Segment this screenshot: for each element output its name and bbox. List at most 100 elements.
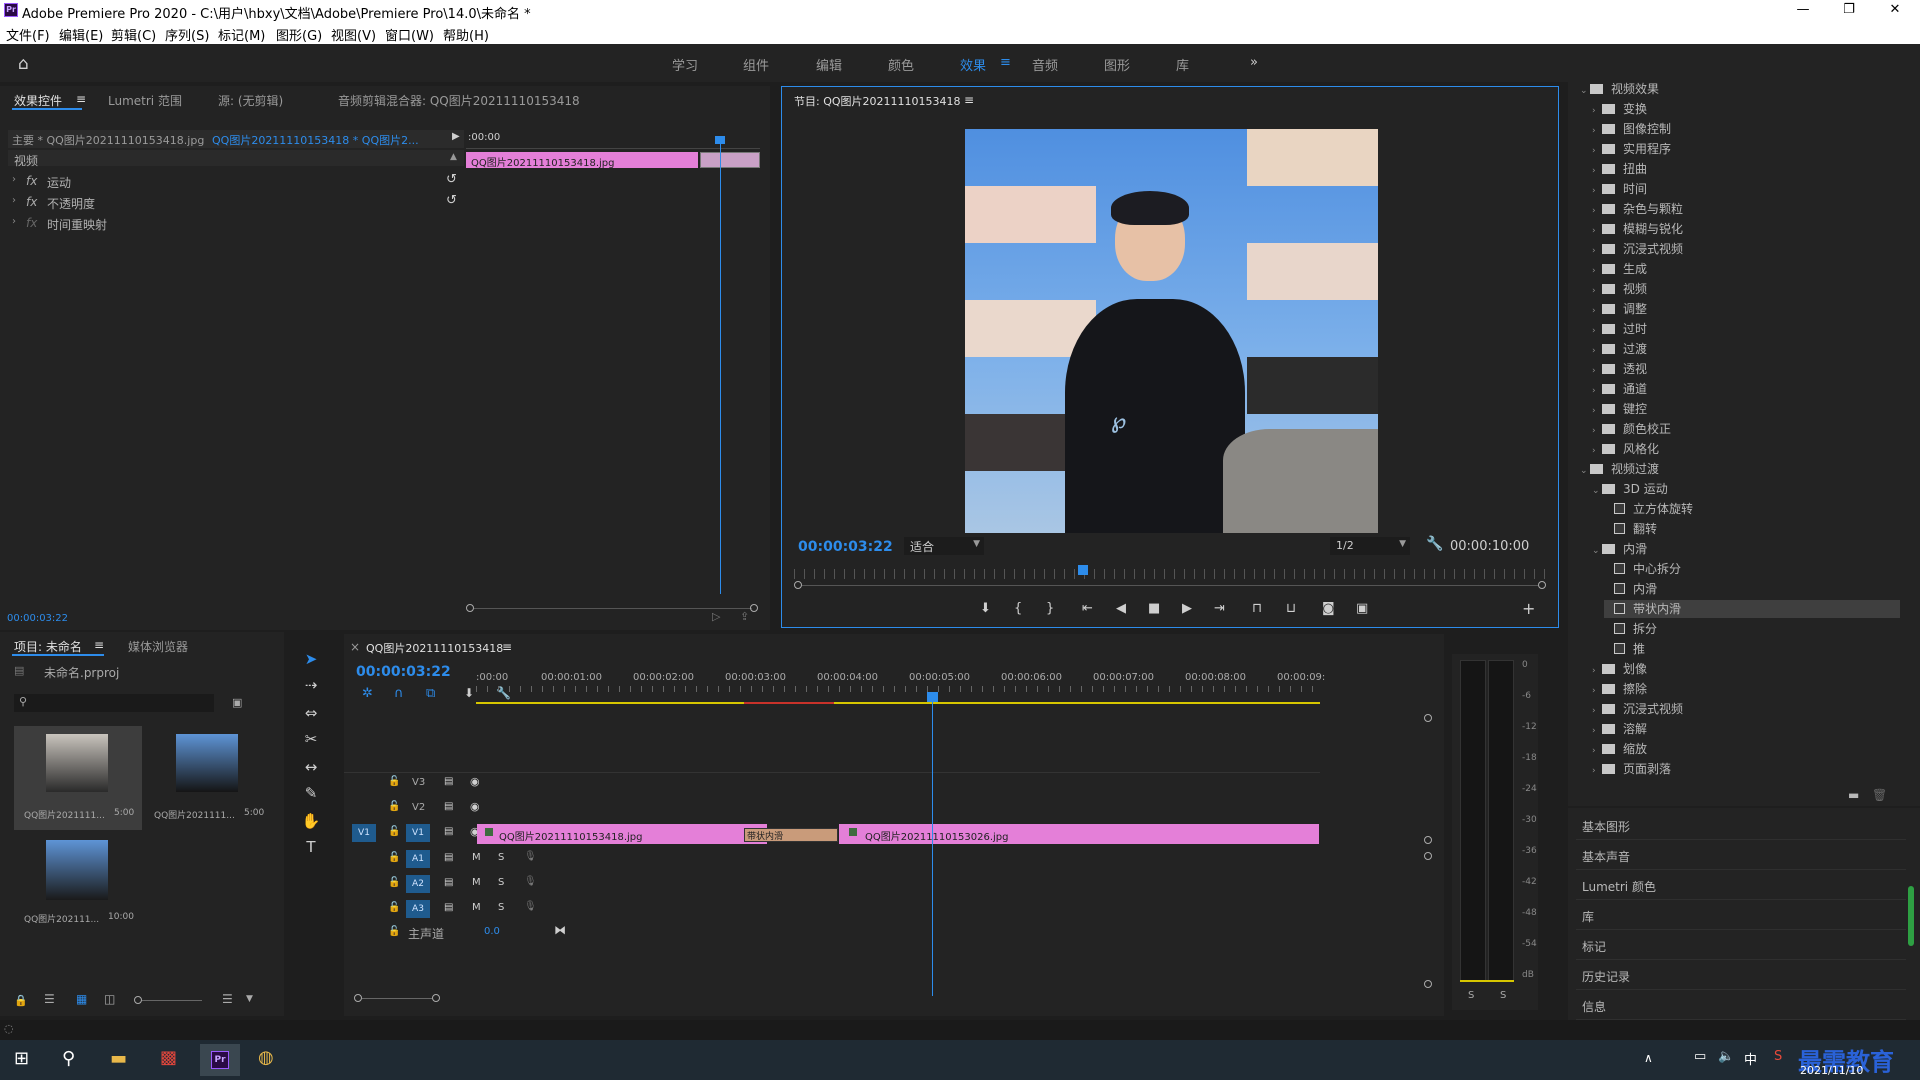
a3-solo[interactable]: S (498, 902, 504, 913)
effects-tree-item[interactable]: 内滑 (1604, 580, 1900, 598)
a1-target[interactable]: A1 (406, 850, 430, 868)
menu-clip[interactable]: 剪辑(C) (111, 25, 156, 44)
chevron-right-icon[interactable]: › (1592, 106, 1602, 116)
effects-tree-item[interactable]: › 溶解 (1592, 720, 1900, 738)
program-zoom-track[interactable] (802, 585, 1538, 586)
quality-dropdown[interactable]: 1/2 ▼ (1330, 537, 1410, 555)
a3-target[interactable]: A3 (406, 900, 430, 918)
effects-tree-item[interactable]: › 沉浸式视频 (1592, 240, 1900, 258)
effects-tree-item[interactable]: 翻转 (1604, 520, 1900, 538)
new-custom-bin-icon[interactable]: ▬ (1848, 788, 1859, 806)
effects-tree-item[interactable]: › 过渡 (1592, 340, 1900, 358)
a1-solo[interactable]: S (498, 852, 504, 863)
step-back-icon[interactable]: ◀ (1116, 601, 1126, 616)
opacity-expand-icon[interactable]: › (12, 195, 16, 206)
effects-tree-item[interactable]: › 扭曲 (1592, 160, 1900, 178)
ec-clip-bar[interactable]: QQ图片20211110153418.jpg (466, 152, 698, 169)
new-bin-icon[interactable]: ▣ (232, 696, 242, 709)
zoom-slider-handle[interactable] (134, 996, 142, 1004)
zoom-slider-track[interactable] (142, 1000, 202, 1001)
a2-mic-icon[interactable]: 🎙 (524, 876, 537, 887)
v2-sync-icon[interactable]: ▤ (444, 801, 453, 812)
project-search-input[interactable]: ⚲ (14, 694, 214, 712)
timeline-zoom-right[interactable] (432, 994, 440, 1002)
button-editor-plus-icon[interactable]: + (1522, 599, 1535, 618)
workspace-audio[interactable]: 音频 (1032, 55, 1058, 74)
tab-project[interactable]: 项目: 未命名 (14, 638, 82, 655)
tab-audio-clip-mixer[interactable]: 音频剪辑混合器: QQ图片20211110153418 (338, 92, 580, 109)
chevron-down-icon[interactable]: ⌄ (1592, 546, 1602, 556)
taskbar-search-icon[interactable]: ⚲ (62, 1048, 75, 1069)
mark-out-icon[interactable]: } (1046, 601, 1054, 616)
chevron-right-icon[interactable]: › (1592, 166, 1602, 176)
a2-sync-icon[interactable]: ▤ (444, 877, 453, 888)
v3-sync-icon[interactable]: ▤ (444, 776, 453, 787)
tab-media-browser[interactable]: 媒体浏览器 (128, 638, 188, 655)
effects-tree-item[interactable]: › 图像控制 (1592, 120, 1900, 138)
workspace-effects[interactable]: 效果 (960, 55, 986, 74)
close-icon[interactable]: ✕ (1880, 2, 1910, 17)
timeline-title[interactable]: QQ图片20211110153418 (366, 640, 503, 656)
opacity-reset-icon[interactable]: ↺ (446, 193, 457, 208)
timeline-transition[interactable]: 带状内滑 (744, 828, 838, 842)
type-tool-icon[interactable]: T (300, 838, 322, 860)
chevron-down-icon[interactable]: ⌄ (1580, 466, 1590, 476)
hand-tool-icon[interactable]: ✋ (300, 812, 322, 834)
motion-expand-icon[interactable]: › (12, 174, 16, 185)
program-ruler[interactable] (794, 569, 1546, 579)
tab-effect-controls[interactable]: 效果控件 (14, 92, 62, 109)
project-item-2[interactable]: QQ图片2021111... 5:00 (150, 726, 278, 830)
chevron-right-icon[interactable]: › (1592, 126, 1602, 136)
windows-start-icon[interactable]: ⊞ (14, 1048, 29, 1069)
chevron-down-icon[interactable]: ⌄ (1580, 86, 1590, 96)
v3-eye-icon[interactable]: ◉ (470, 775, 480, 788)
side-panel-item[interactable]: 基本图形 (1576, 814, 1906, 840)
a1-mute[interactable]: M (472, 852, 481, 863)
side-scrollbar[interactable] (1908, 886, 1914, 946)
menu-edit[interactable]: 编辑(E) (59, 25, 103, 44)
pen-tool-icon[interactable]: ✎ (300, 784, 322, 806)
v2-eye-icon[interactable]: ◉ (470, 800, 480, 813)
a1-lock-icon[interactable]: 🔓 (388, 852, 400, 863)
program-zoom-left[interactable] (794, 581, 802, 589)
chevron-right-icon[interactable]: › (1592, 406, 1602, 416)
master-clip-label[interactable]: 主要 * QQ图片20211110153418.jpg (12, 132, 204, 148)
chevron-right-icon[interactable]: › (1592, 266, 1602, 276)
play-triangle-icon[interactable]: ▶ (452, 131, 460, 142)
effects-tree-item[interactable]: 拆分 (1604, 620, 1900, 638)
timeline-clip-1[interactable]: QQ图片20211110153418.jpg (477, 824, 767, 844)
opacity-fx-icon[interactable]: fx (26, 195, 37, 209)
effects-tree-item[interactable]: › 生成 (1592, 260, 1900, 278)
go-to-in-icon[interactable]: ⇤ (1082, 601, 1093, 616)
chevron-right-icon[interactable]: › (1592, 386, 1602, 396)
timeline-close-icon[interactable]: × (350, 640, 360, 654)
program-title[interactable]: 节目: QQ图片20211110153418 (794, 93, 961, 109)
chevron-right-icon[interactable]: › (1592, 146, 1602, 156)
timeline-zoom-track[interactable] (362, 998, 432, 999)
side-panel-item[interactable]: 信息 (1576, 994, 1906, 1020)
effects-tree-item[interactable]: › 页面剥落 (1592, 760, 1900, 778)
premiere-taskbar-item[interactable]: Pr (200, 1044, 240, 1076)
v1-lock-icon[interactable]: 🔓 (388, 826, 400, 837)
program-zoom-right[interactable] (1538, 581, 1546, 589)
chevron-right-icon[interactable]: › (1592, 686, 1602, 696)
effects-tree-item[interactable]: › 风格化 (1592, 440, 1900, 458)
chevron-right-icon[interactable]: › (1592, 246, 1602, 256)
effects-tree-item[interactable]: ⌄ 视频效果 (1580, 80, 1900, 98)
effects-tree-item[interactable]: › 调整 (1592, 300, 1900, 318)
motion-reset-icon[interactable]: ↺ (446, 172, 457, 187)
go-to-out-icon[interactable]: ⇥ (1214, 601, 1225, 616)
v2-label[interactable]: V2 (412, 802, 425, 813)
tab-lumetri-scopes[interactable]: Lumetri 范围 (108, 92, 182, 109)
stop-icon[interactable]: ■ (1148, 601, 1160, 616)
paint-app-icon[interactable]: ▩ (160, 1047, 177, 1068)
sort-icon[interactable]: ☰ (222, 992, 233, 1006)
chevron-right-icon[interactable]: › (1592, 446, 1602, 456)
program-playhead[interactable] (1078, 565, 1088, 575)
list-view-icon[interactable]: ☰ (44, 992, 55, 1006)
side-panel-item[interactable]: 库 (1576, 904, 1906, 930)
v3-lock-icon[interactable]: 🔓 (388, 776, 400, 787)
side-panel-item[interactable]: 历史记录 (1576, 964, 1906, 990)
chevron-right-icon[interactable]: › (1592, 306, 1602, 316)
program-video-frame[interactable]: ℘ (965, 129, 1378, 533)
